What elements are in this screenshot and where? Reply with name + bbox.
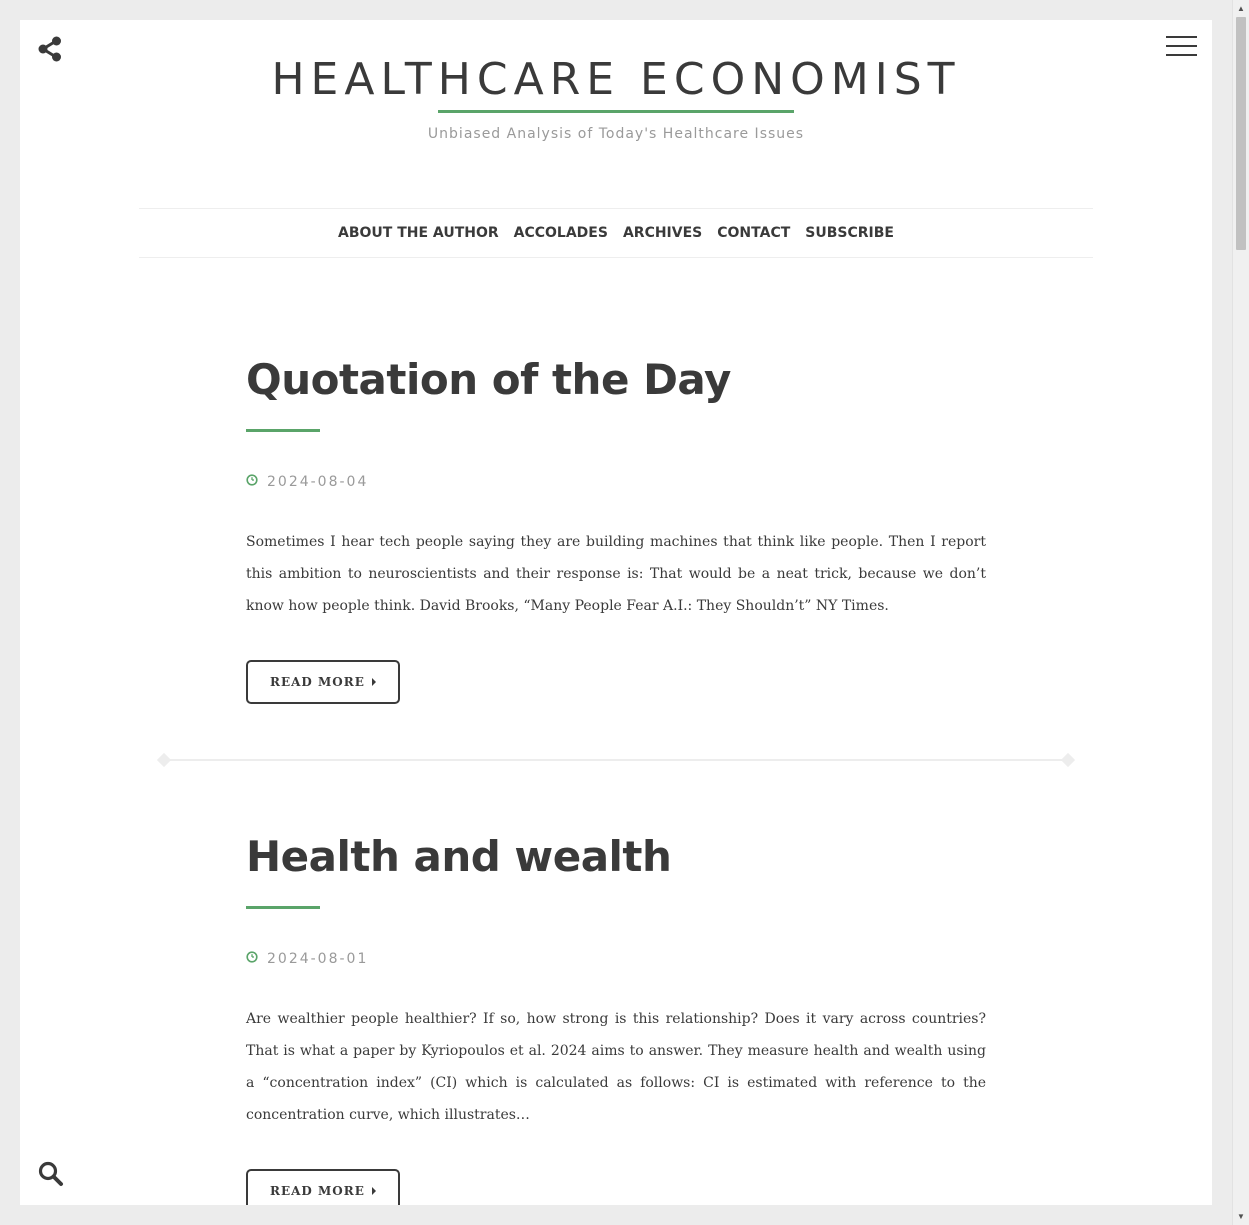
read-more-button[interactable]: READ MORE <box>246 660 400 704</box>
post-title[interactable]: Quotation of the Day <box>246 354 986 406</box>
scroll-up-icon[interactable]: ▲ <box>1233 0 1249 17</box>
clock-icon <box>246 951 258 967</box>
page-container: HEALTHCARE ECONOMIST Unbiased Analysis o… <box>20 20 1212 1205</box>
site-title[interactable]: HEALTHCARE ECONOMIST <box>20 54 1212 106</box>
caret-right-icon <box>371 1187 376 1195</box>
post-excerpt: Are wealthier people healthier? If so, h… <box>246 1011 986 1123</box>
nav-item-archives[interactable]: ARCHIVES <box>623 225 702 241</box>
scroll-thumb[interactable] <box>1236 17 1246 250</box>
read-more-label: READ MORE <box>270 1184 365 1198</box>
read-more-label: READ MORE <box>270 675 365 689</box>
post-card: Health and wealth 2024-08-01 Are wealthi… <box>246 831 986 1205</box>
caret-right-icon <box>371 678 376 686</box>
post-date: 2024-08-04 <box>267 474 369 490</box>
search-icon[interactable] <box>37 1160 65 1188</box>
nav-item-accolades[interactable]: ACCOLADES <box>514 225 608 241</box>
nav-item-about-the-author[interactable]: ABOUT THE AUTHOR <box>338 225 499 241</box>
post-meta: 2024-08-04 <box>246 474 986 490</box>
post-excerpt: Sometimes I hear tech people saying they… <box>246 534 986 614</box>
clock-icon <box>246 474 258 490</box>
post-divider <box>156 752 1076 768</box>
scroll-down-icon[interactable]: ▼ <box>1233 1208 1249 1225</box>
post-date: 2024-08-01 <box>267 951 369 967</box>
post-title-accent <box>246 906 320 909</box>
nav-item-contact[interactable]: CONTACT <box>717 225 790 241</box>
nav-item-subscribe[interactable]: SUBSCRIBE <box>805 225 894 241</box>
vertical-scrollbar[interactable]: ▲ ▼ <box>1232 0 1249 1225</box>
post-title[interactable]: Health and wealth <box>246 831 986 883</box>
post-title-accent <box>246 429 320 432</box>
read-more-button[interactable]: READ MORE <box>246 1169 400 1205</box>
post-meta: 2024-08-01 <box>246 951 986 967</box>
post-card: Quotation of the Day 2024-08-04 Sometime… <box>246 354 986 704</box>
main-nav: ABOUT THE AUTHOR ACCOLADES ARCHIVES CONT… <box>139 208 1093 258</box>
site-tagline: Unbiased Analysis of Today's Healthcare … <box>427 126 805 142</box>
title-underline <box>438 110 794 113</box>
